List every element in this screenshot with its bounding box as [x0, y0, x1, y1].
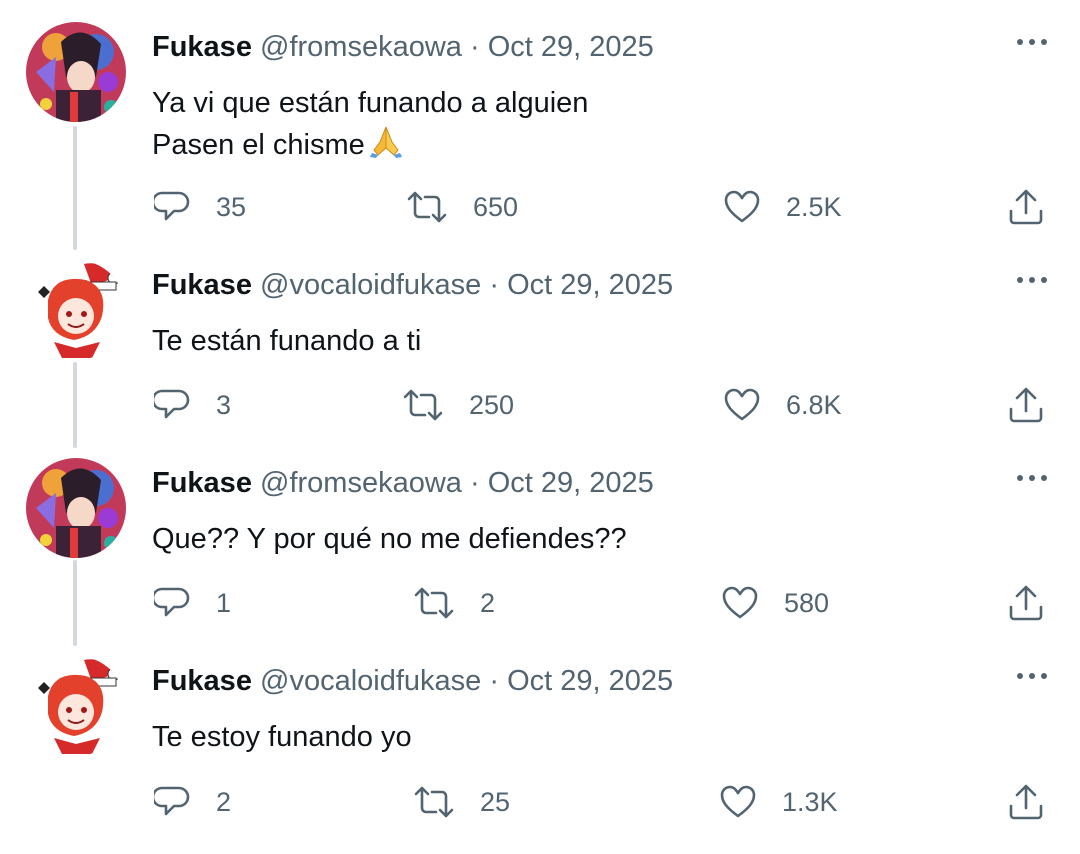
vocaloidfukase-avatar-image: [26, 656, 126, 756]
handle[interactable]: @vocaloidfukase: [260, 269, 481, 301]
display-name[interactable]: Fukase: [152, 665, 252, 697]
retweet-icon: [403, 389, 443, 421]
reply-count: 1: [216, 587, 232, 618]
retweet-button[interactable]: 650: [407, 187, 518, 227]
tweet-text-line: Te estoy funando yo: [152, 721, 412, 753]
praying-hands-icon: [369, 126, 402, 158]
avatar[interactable]: [26, 458, 126, 558]
heart-icon: [720, 785, 756, 818]
fromsekaowa-avatar-image: [26, 458, 126, 558]
tweet-text: Te están funando a ti: [152, 320, 421, 362]
handle[interactable]: @vocaloidfukase: [260, 665, 481, 697]
like-button[interactable]: 6.8K: [724, 385, 842, 425]
heart-icon: [722, 586, 758, 619]
tweet-header: Fukase @fromsekaowa · Oct 29, 2025: [152, 466, 654, 500]
tweet-header: Fukase @fromsekaowa · Oct 29, 2025: [152, 30, 654, 64]
tweet-text: Ya vi que están funando a alguien Pasen …: [152, 82, 588, 170]
more-options-icon[interactable]: [1014, 34, 1050, 50]
tweet-text-line: Ya vi que están funando a alguien: [152, 87, 589, 119]
retweet-button[interactable]: 25: [414, 782, 510, 822]
handle[interactable]: @fromsekaowa: [260, 31, 462, 63]
avatar[interactable]: [26, 656, 126, 756]
avatar[interactable]: [26, 22, 126, 122]
like-count: 1.3K: [782, 786, 838, 817]
tweet[interactable]: Fukase @vocaloidfukase · Oct 29, 2025 Te…: [0, 260, 1080, 458]
retweet-icon: [414, 587, 454, 619]
reply-bubble-icon: [154, 191, 190, 221]
handle[interactable]: @fromsekaowa: [260, 467, 462, 499]
reply-button[interactable]: 2: [154, 782, 231, 822]
reply-count: 2: [216, 786, 232, 817]
more-options-icon[interactable]: [1014, 272, 1050, 288]
separator: ·: [461, 467, 488, 499]
reply-bubble-icon: [154, 786, 190, 816]
avatar[interactable]: [26, 260, 126, 360]
heart-icon: [724, 388, 760, 421]
more-options-icon[interactable]: [1014, 470, 1050, 486]
like-count: 580: [784, 587, 830, 618]
timestamp[interactable]: Oct 29, 2025: [488, 31, 654, 63]
share-upload-icon[interactable]: [1006, 187, 1046, 227]
vocaloidfukase-avatar-image: [26, 260, 126, 360]
timestamp[interactable]: Oct 29, 2025: [507, 269, 673, 301]
display-name[interactable]: Fukase: [152, 269, 252, 301]
timestamp[interactable]: Oct 29, 2025: [507, 665, 673, 697]
retweet-icon: [407, 191, 447, 223]
reply-button[interactable]: 1: [154, 583, 231, 623]
tweet-text: Te estoy funando yo: [152, 716, 412, 758]
retweet-button[interactable]: 250: [403, 385, 514, 425]
tweet-text-line-content: Pasen el chisme: [152, 129, 365, 161]
fromsekaowa-avatar-image: [26, 22, 126, 122]
tweet-header: Fukase @vocaloidfukase · Oct 29, 2025: [152, 268, 673, 302]
action-bar: 2 25 1.3K: [0, 782, 1080, 822]
reply-button[interactable]: 3: [154, 385, 231, 425]
tweet-text-line: Pasen el chisme: [152, 124, 588, 170]
retweet-button[interactable]: 2: [414, 583, 495, 623]
reply-bubble-icon: [154, 587, 190, 617]
reply-count: 3: [216, 389, 232, 420]
retweet-count: 250: [469, 389, 515, 420]
retweet-count: 650: [473, 191, 519, 222]
action-bar: 35 650 2.5K: [0, 187, 1080, 227]
share-upload-icon[interactable]: [1006, 583, 1046, 623]
share-upload-icon[interactable]: [1006, 385, 1046, 425]
tweet-text: Que?? Y por qué no me defiendes??: [152, 518, 627, 560]
separator: ·: [481, 665, 508, 697]
like-count: 6.8K: [786, 389, 842, 420]
reply-bubble-icon: [154, 389, 190, 419]
tweet-text-line: Te están funando a ti: [152, 325, 422, 357]
retweet-count: 25: [480, 786, 511, 817]
reply-count: 35: [216, 191, 247, 222]
heart-icon: [724, 190, 760, 223]
tweet[interactable]: Fukase @fromsekaowa · Oct 29, 2025 Que??…: [0, 458, 1080, 656]
like-button[interactable]: 580: [722, 583, 829, 623]
share-upload-icon[interactable]: [1006, 782, 1046, 822]
retweet-icon: [414, 786, 454, 818]
like-button[interactable]: 1.3K: [720, 782, 838, 822]
like-count: 2.5K: [786, 191, 842, 222]
tweet[interactable]: Fukase @vocaloidfukase · Oct 29, 2025 Te…: [0, 656, 1080, 854]
timestamp[interactable]: Oct 29, 2025: [488, 467, 654, 499]
display-name[interactable]: Fukase: [152, 31, 252, 63]
praying-hands-emoji: [369, 124, 403, 170]
reply-button[interactable]: 35: [154, 187, 246, 227]
like-button[interactable]: 2.5K: [724, 187, 842, 227]
display-name[interactable]: Fukase: [152, 467, 252, 499]
tweet-header: Fukase @vocaloidfukase · Oct 29, 2025: [152, 664, 673, 698]
tweet-text-line: Que?? Y por qué no me defiendes??: [152, 523, 627, 555]
retweet-count: 2: [480, 587, 496, 618]
action-bar: 3 250 6.8K: [0, 385, 1080, 425]
separator: ·: [461, 31, 488, 63]
tweet[interactable]: Fukase @fromsekaowa · Oct 29, 2025 Ya vi…: [0, 22, 1080, 225]
action-bar: 1 2 580: [0, 583, 1080, 623]
more-options-icon[interactable]: [1014, 668, 1050, 684]
separator: ·: [481, 269, 508, 301]
